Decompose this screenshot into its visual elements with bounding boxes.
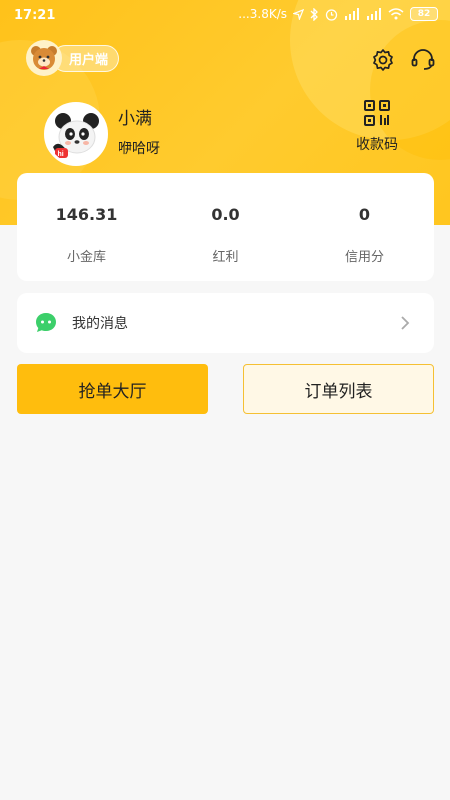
svg-text:hi: hi [58,151,64,158]
battery-icon: 82 [410,7,438,21]
username: 小满 [118,109,152,129]
chevron-right-icon [401,316,410,330]
bluetooth-icon [310,7,318,21]
stat-value: 0 [358,205,371,224]
qr-code-icon [364,100,390,126]
status-bar: 17:21 ...3.8K/s 82 [0,0,450,32]
headset-icon [411,49,435,70]
customer-service-button[interactable] [409,46,437,74]
payment-qr-button[interactable]: 收款码 [352,100,402,154]
signal-icon [345,8,359,20]
stat-label: 信用分 [344,250,384,265]
bear-avatar-icon [26,40,62,76]
messages-label: 我的消息 [72,316,128,332]
signal-icon [367,8,381,20]
panda-avatar-icon: hi [47,105,105,163]
stat-bonus[interactable]: 0.0 红利 [156,173,295,281]
grab-orders-button[interactable]: 抢单大厅 [17,364,208,414]
location-icon [293,8,304,20]
qr-label: 收款码 [356,137,398,153]
order-list-button[interactable]: 订单列表 [243,364,434,414]
role-label: 用户端 [52,44,120,72]
stat-label: 红利 [212,250,239,265]
stat-credit[interactable]: 0 信用分 [295,173,434,281]
alarm-icon [325,8,338,21]
status-icons: ...3.8K/s 82 [238,7,438,21]
user-bio: 咿哈呀 [118,141,160,157]
chat-bubble-icon [36,313,56,332]
grab-orders-label: 抢单大厅 [78,381,147,402]
gear-icon [373,49,393,71]
my-messages-row[interactable]: 我的消息 [17,293,434,353]
profile-avatar[interactable]: hi [44,102,108,166]
stat-value: 0.0 [211,205,240,224]
role-switch[interactable]: 用户端 [26,40,120,76]
stats-card: 146.31 小金库 0.0 红利 0 信用分 [17,173,434,281]
status-time: 17:21 [14,8,56,23]
stat-value: 146.31 [55,205,118,224]
settings-button[interactable] [369,46,397,74]
stat-label: 小金库 [66,250,106,265]
wifi-icon [388,8,404,20]
network-speed: ...3.8K/s [238,7,287,21]
stat-vault[interactable]: 146.31 小金库 [17,173,156,281]
order-list-label: 订单列表 [304,381,373,402]
